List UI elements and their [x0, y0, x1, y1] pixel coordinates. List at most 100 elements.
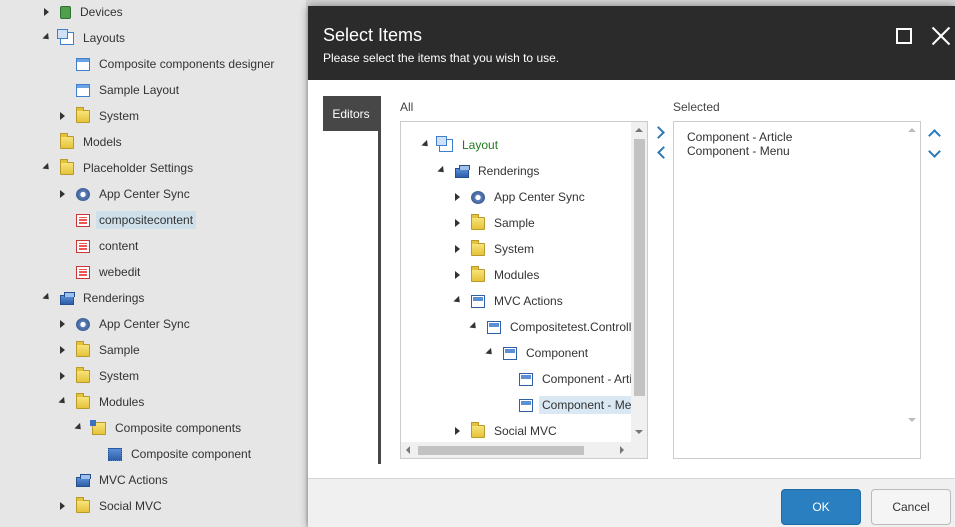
tree-item-mvc-actions[interactable]: MVC Actions [58, 469, 171, 491]
expand-arrow-icon[interactable] [58, 371, 68, 381]
ok-button[interactable]: OK [781, 489, 861, 525]
selected-list: Component - Article Component - Menu [687, 130, 792, 158]
gear-icon [76, 187, 90, 201]
tree-item-composite-components[interactable]: Composite components [74, 417, 244, 439]
scroll-up-icon[interactable] [908, 128, 916, 132]
tab-rail [378, 96, 381, 464]
tree-item-placeholder-settings[interactable]: Placeholder Settings [42, 157, 196, 179]
folder-icon [76, 340, 90, 357]
folder-icon [471, 421, 485, 438]
tree-item-devices[interactable]: Devices [42, 1, 126, 23]
collapse-arrow-icon[interactable] [421, 140, 431, 150]
all-tree-item-compositetest-controller[interactable]: Compositetest.Controll [469, 316, 634, 338]
scroll-left-icon[interactable] [406, 446, 410, 454]
scrollbar-thumb[interactable] [418, 446, 584, 455]
expand-arrow-icon[interactable] [58, 111, 68, 121]
folder-icon [471, 265, 485, 282]
remove-item-icon[interactable] [657, 146, 670, 159]
tree-item-sample[interactable]: Sample [58, 339, 143, 361]
collapse-arrow-icon[interactable] [485, 348, 495, 358]
cancel-button[interactable]: Cancel [871, 489, 951, 525]
expand-arrow-icon[interactable] [453, 192, 463, 202]
layouts-icon [57, 28, 74, 45]
collapse-arrow-icon[interactable] [58, 397, 68, 407]
expand-arrow-icon[interactable] [453, 270, 463, 280]
all-tree-item-component-article[interactable]: Component - Artic [501, 368, 641, 390]
all-tree-item-layout[interactable]: Layout [421, 134, 501, 156]
expand-arrow-icon[interactable] [453, 244, 463, 254]
placeholder-icon [76, 213, 90, 227]
tree-item-system-2[interactable]: System [58, 365, 142, 387]
rendering-item-icon [519, 372, 533, 386]
list-item[interactable]: Component - Menu [687, 144, 792, 158]
collapse-arrow-icon[interactable] [469, 322, 479, 332]
expand-arrow-icon[interactable] [58, 345, 68, 355]
collapse-arrow-icon[interactable] [437, 166, 447, 176]
tab-editors[interactable]: Editors [323, 96, 379, 131]
expand-arrow-icon[interactable] [58, 189, 68, 199]
tree-item-content[interactable]: content [58, 235, 141, 257]
expand-arrow-icon[interactable] [42, 7, 52, 17]
folder-icon [60, 158, 74, 175]
renderings-icon [76, 473, 91, 487]
dialog-footer: OK Cancel [308, 478, 955, 527]
move-down-icon[interactable] [928, 145, 941, 158]
renderings-icon [60, 291, 75, 305]
all-tree-item-modules[interactable]: Modules [453, 264, 542, 286]
tree-item-modules[interactable]: Modules [58, 391, 147, 413]
tree-item-composite-components-designer[interactable]: Composite components designer [58, 53, 277, 75]
collapse-arrow-icon[interactable] [42, 33, 52, 43]
horizontal-scrollbar[interactable] [401, 442, 633, 458]
tree-item-layouts[interactable]: Layouts [42, 27, 128, 49]
scrollbar-thumb[interactable] [634, 139, 645, 396]
tree-item-app-center-sync-2[interactable]: App Center Sync [58, 313, 193, 335]
scroll-down-icon[interactable] [908, 418, 916, 422]
tree-item-social-mvc[interactable]: Social MVC [58, 495, 165, 517]
vertical-scrollbar[interactable] [631, 122, 647, 442]
all-tree-item-mvc-actions[interactable]: MVC Actions [453, 290, 566, 312]
dialog-subtitle: Please select the items that you wish to… [323, 51, 560, 65]
folder-icon [76, 106, 90, 123]
tree-item-system[interactable]: System [58, 105, 142, 127]
folder-icon [471, 239, 485, 256]
close-icon[interactable] [930, 25, 952, 47]
scroll-up-icon[interactable] [635, 128, 643, 132]
all-tree-item-app-center-sync[interactable]: App Center Sync [453, 186, 588, 208]
vertical-scrollbar[interactable] [904, 122, 920, 458]
expand-arrow-icon[interactable] [453, 218, 463, 228]
tree-item-compositecontent[interactable]: compositecontent [58, 209, 197, 231]
scroll-down-icon[interactable] [635, 430, 643, 434]
collapse-arrow-icon[interactable] [74, 423, 84, 433]
all-tree-item-system[interactable]: System [453, 238, 537, 260]
all-tree-item-renderings[interactable]: Renderings [437, 160, 542, 182]
all-tree-item-sample[interactable]: Sample [453, 212, 538, 234]
folder-icon [76, 392, 90, 409]
all-tree-item-component[interactable]: Component [485, 342, 591, 364]
list-item[interactable]: Component - Article [687, 130, 792, 144]
expand-arrow-icon[interactable] [58, 319, 68, 329]
maximize-icon[interactable] [896, 28, 912, 44]
all-tree-item-component-menu[interactable]: Component - Me [501, 394, 640, 416]
tree-item-models[interactable]: Models [42, 131, 125, 153]
all-tree-item-social-mvc[interactable]: Social MVC [453, 420, 560, 442]
expand-arrow-icon[interactable] [58, 501, 68, 511]
tree-item-renderings[interactable]: Renderings [42, 287, 147, 309]
move-up-icon[interactable] [928, 129, 941, 142]
selected-items-list[interactable]: Component - Article Component - Menu [673, 121, 921, 459]
all-items-tree[interactable]: Layout Renderings App Center Sync Sample… [400, 121, 648, 459]
layout-icon [76, 57, 90, 71]
collapse-arrow-icon[interactable] [42, 293, 52, 303]
tree-item-webedit[interactable]: webedit [58, 261, 143, 283]
expand-arrow-icon[interactable] [453, 426, 463, 436]
add-item-icon[interactable] [652, 126, 665, 139]
tree-item-sample-layout[interactable]: Sample Layout [58, 79, 182, 101]
device-icon [60, 5, 71, 19]
collapse-arrow-icon[interactable] [42, 163, 52, 173]
scroll-right-icon[interactable] [620, 446, 624, 454]
tree-item-app-center-sync[interactable]: App Center Sync [58, 183, 193, 205]
collapse-arrow-icon[interactable] [453, 296, 463, 306]
tree-item-composite-component[interactable]: Composite component [90, 443, 254, 465]
folder-icon [76, 496, 90, 513]
folder-icon [471, 213, 485, 230]
scrollbar-corner [631, 442, 647, 458]
